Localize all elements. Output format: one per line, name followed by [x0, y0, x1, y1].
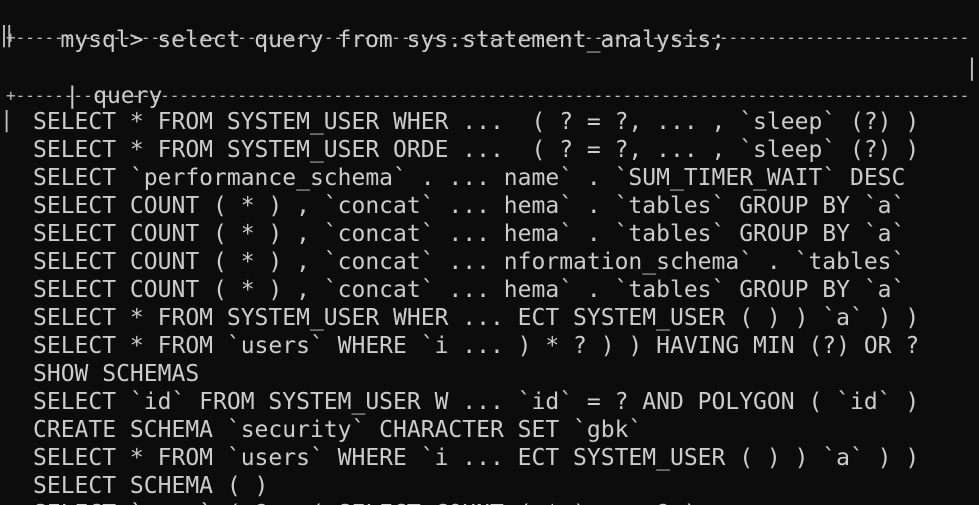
table-row: SELECT COUNT ( * ) , `concat` ... hema` …	[33, 193, 906, 219]
table-row: SELECT * FROM SYSTEM_USER WHER ... ( ? =…	[33, 109, 920, 135]
table-row: SELECT ` ...` ( ? , ( SELECT COUNT ( * )…	[33, 500, 698, 505]
terminal-window[interactable]: mysql> select query from sys.statement_a…	[0, 0, 979, 505]
table-row: CREATE SCHEMA `security` CHARACTER SET `…	[33, 417, 643, 443]
table-header-row: | query	[10, 54, 162, 109]
table-row: SHOW SCHEMAS	[33, 361, 200, 387]
left-edge-glyph: ‖	[0, 23, 14, 48]
table-row: SELECT SCHEMA ( )	[33, 473, 269, 499]
table-row: SELECT * FROM SYSTEM_USER WHER ... ECT S…	[33, 305, 920, 331]
table-row: SELECT `id` FROM SYSTEM_USER W ... `id` …	[33, 389, 920, 415]
table-border-mid: +---------------------------------------…	[6, 86, 971, 105]
table-right-border: |	[965, 55, 979, 81]
table-border-top: +---------------------------------------…	[6, 28, 971, 47]
table-row: SELECT COUNT ( * ) , `concat` ... hema` …	[33, 221, 906, 247]
table-row: SELECT COUNT ( * ) , `concat` ... nforma…	[33, 249, 906, 275]
table-row: SELECT * FROM `users` WHERE `i ... ) * ?…	[33, 333, 920, 359]
table-row: SELECT COUNT ( * ) , `concat` ... hema` …	[33, 277, 906, 303]
table-row: SELECT * FROM `users` WHERE `i ... ECT S…	[33, 445, 920, 471]
table-row: SELECT `performance_schema` . ... name` …	[33, 165, 906, 191]
left-edge-glyph: |	[0, 108, 14, 133]
table-row: SELECT * FROM SYSTEM_USER ORDE ... ( ? =…	[33, 137, 920, 163]
command-line: mysql> select query from sys.statement_a…	[5, 0, 725, 53]
